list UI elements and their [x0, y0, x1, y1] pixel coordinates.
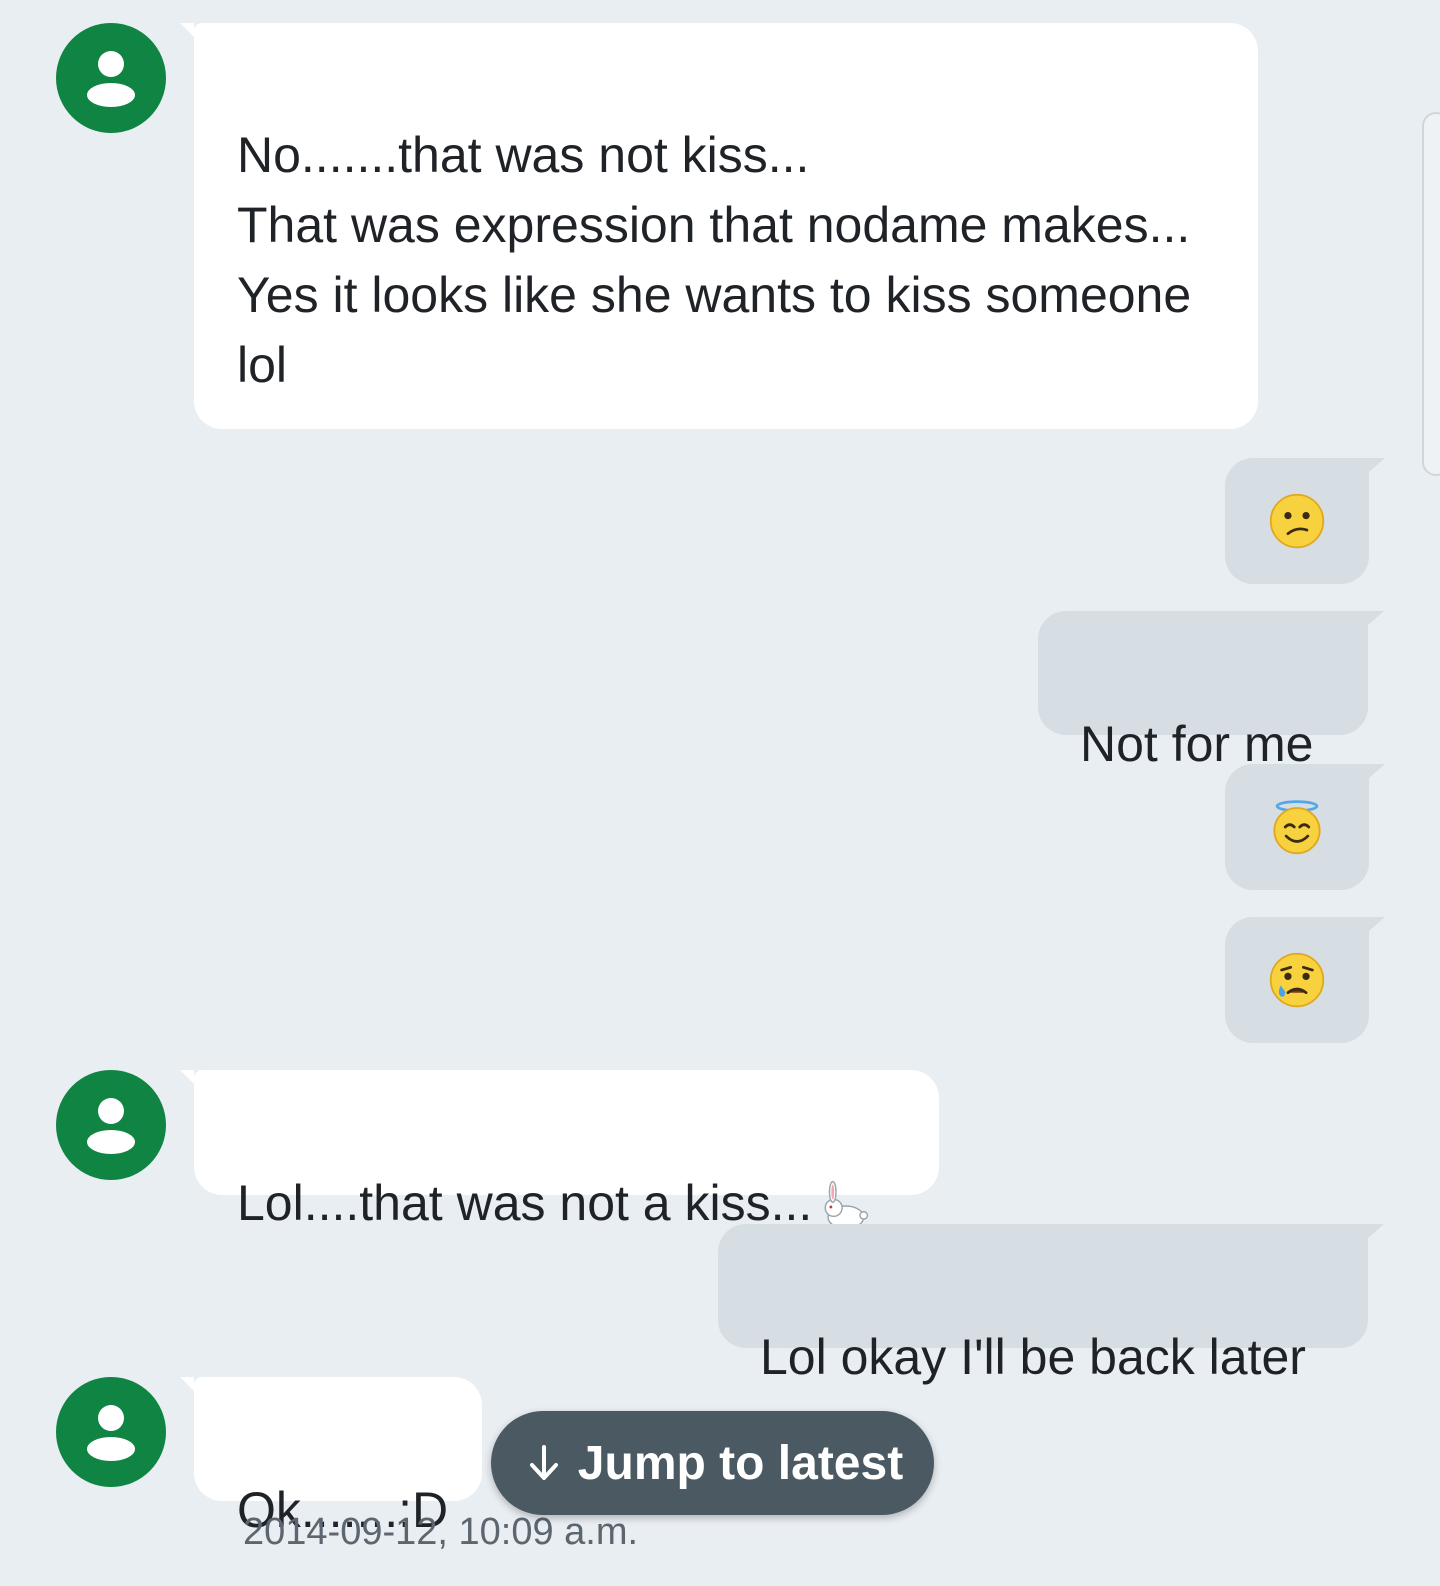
- message-bubble-incoming[interactable]: Lol....that was not a kiss...: [180, 1070, 939, 1231]
- jump-to-latest-label: Jump to latest: [577, 1436, 904, 1490]
- jump-to-latest-button[interactable]: Jump to latest: [491, 1411, 934, 1515]
- contact-avatar[interactable]: [56, 1377, 166, 1487]
- contact-avatar[interactable]: [56, 23, 166, 133]
- message-bubble-incoming[interactable]: Ok.......:D: [180, 1377, 482, 1538]
- halo-face-icon: [1273, 800, 1321, 855]
- message-text: Lol okay I'll be back later: [760, 1329, 1306, 1385]
- confused-face-icon: [1269, 493, 1325, 549]
- arrow-down-icon: [529, 1445, 558, 1480]
- scrollbar-thumb[interactable]: [1422, 112, 1440, 476]
- message-bubble-outgoing[interactable]: [1225, 458, 1385, 584]
- person-icon: [87, 1098, 135, 1154]
- message-text: Lol....that was not a kiss...: [237, 1175, 813, 1231]
- message-bubble-outgoing[interactable]: Not for me: [1038, 611, 1384, 772]
- message-bubble-outgoing[interactable]: [1225, 917, 1385, 1043]
- message-bubble-outgoing[interactable]: [1225, 764, 1385, 890]
- message-bubble-outgoing[interactable]: Lol okay I'll be back later: [718, 1224, 1384, 1385]
- message-text: No.......that was not kiss... That was e…: [237, 127, 1192, 393]
- person-icon: [87, 51, 135, 107]
- message-timestamp: 2014-09-12, 10:09 a.m.: [243, 1511, 639, 1553]
- sad-relieved-face-icon: [1269, 952, 1325, 1008]
- contact-avatar[interactable]: [56, 1070, 166, 1180]
- person-icon: [87, 1405, 135, 1461]
- message-bubble-incoming[interactable]: No.......that was not kiss... That was e…: [180, 23, 1258, 429]
